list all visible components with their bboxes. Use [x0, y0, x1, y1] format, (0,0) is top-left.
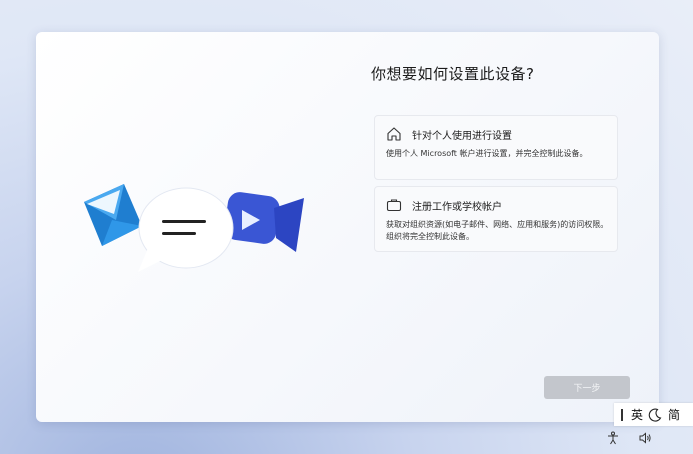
option-description: 使用个人 Microsoft 帐户进行设置，并完全控制此设备。 [386, 149, 588, 158]
accessibility-icon[interactable] [606, 431, 620, 445]
personal-use-option[interactable]: 针对个人使用进行设置 使用个人 Microsoft 帐户进行设置，并完全控制此设… [374, 115, 618, 180]
option-description: 获取对组织资源(如电子邮件、网络、应用和服务)的访问权限。组织将完全控制此设备。 [386, 220, 609, 241]
home-icon [387, 127, 401, 141]
option-heading: 注册工作或学校帐户 [412, 202, 502, 213]
page-title: 你想要如何设置此设备? [371, 65, 535, 83]
mail-icon [84, 184, 142, 246]
ime-mode-toggle[interactable]: 简 [668, 406, 680, 423]
moon-icon[interactable] [648, 408, 662, 422]
next-button[interactable]: 下一步 [544, 376, 630, 399]
volume-icon[interactable] [638, 431, 652, 445]
illustration [84, 184, 304, 272]
work-school-option[interactable]: 注册工作或学校帐户 获取对组织资源(如电子邮件、网络、应用和服务)的访问权限。组… [374, 186, 618, 252]
briefcase-icon [386, 199, 402, 212]
setup-dialog: 你想要如何设置此设备? 针对个人使用进行设置 使用个人 Microsoft 帐户… [36, 32, 659, 422]
chat-bubble-icon [138, 187, 234, 272]
video-call-icon [224, 192, 304, 252]
option-heading: 针对个人使用进行设置 [412, 131, 512, 142]
ime-toolbar: 英 简 [614, 403, 693, 426]
text-cursor-indicator [621, 408, 623, 421]
ime-language-toggle[interactable]: 英 [631, 406, 643, 423]
